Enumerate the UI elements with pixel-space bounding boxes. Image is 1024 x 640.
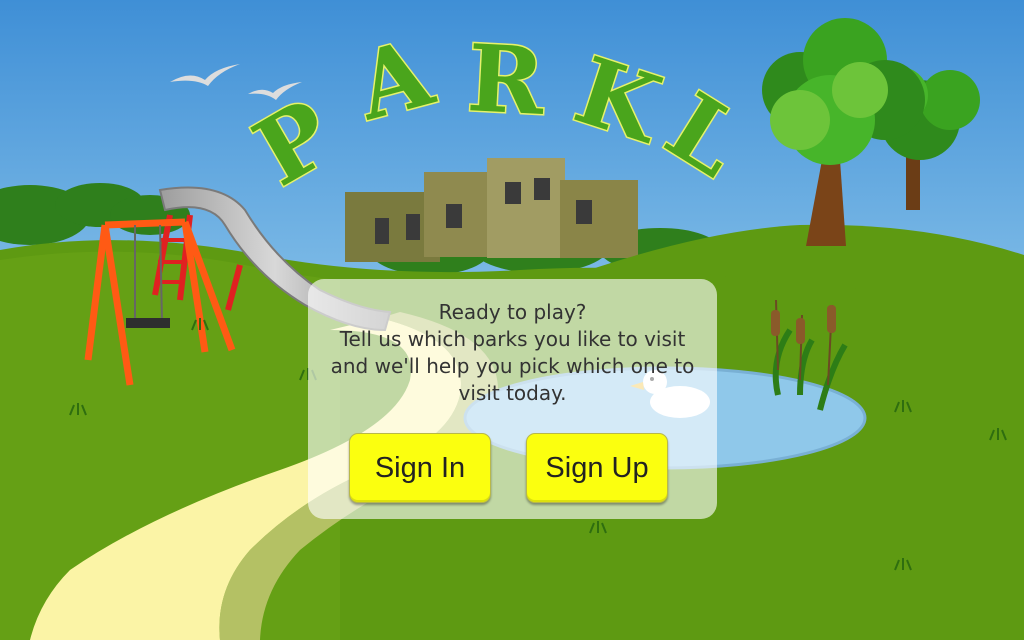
- welcome-line: visit today.: [458, 381, 567, 405]
- welcome-line: and we'll help you pick which one to: [330, 354, 695, 378]
- welcome-message: Ready to play? Tell us which parks you l…: [308, 299, 717, 407]
- title-letter-r: R: [465, 24, 548, 136]
- welcome-line: Ready to play?: [438, 300, 587, 324]
- welcome-line: Tell us which parks you like to visit: [339, 327, 686, 351]
- welcome-panel: Ready to play? Tell us which parks you l…: [308, 279, 717, 519]
- sign-up-button[interactable]: Sign Up: [526, 433, 668, 503]
- sign-in-button[interactable]: Sign In: [349, 433, 491, 503]
